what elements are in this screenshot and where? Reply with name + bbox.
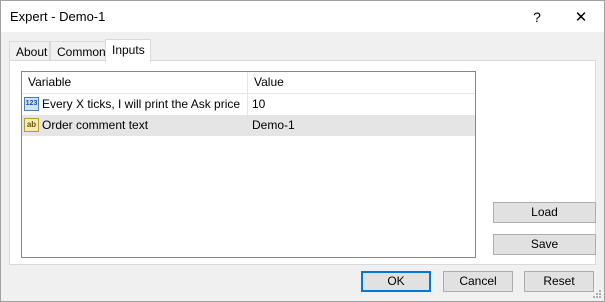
variable-cell[interactable]: Order comment text	[22, 115, 248, 136]
value-cell[interactable]: 10	[248, 94, 475, 115]
inputs-panel: Variable Value 123 Every X ticks, I will…	[9, 60, 596, 265]
table-row[interactable]: ab Order comment text Demo-1	[22, 115, 475, 136]
variable-cell[interactable]: Every X ticks, I will print the Ask pric…	[22, 94, 248, 115]
grid-header: Variable Value	[22, 72, 475, 94]
cancel-button[interactable]: Cancel	[443, 271, 513, 292]
title-bar: Expert - Demo-1 ? ✕	[1, 1, 604, 32]
resize-grip-icon[interactable]	[591, 288, 601, 298]
load-button[interactable]: Load	[493, 202, 596, 223]
tab-inputs[interactable]: Inputs	[105, 39, 151, 62]
column-header-variable[interactable]: Variable	[22, 72, 248, 93]
tab-about[interactable]: About	[9, 41, 50, 60]
inputs-grid: Variable Value 123 Every X ticks, I will…	[21, 71, 476, 258]
close-button[interactable]: ✕	[559, 1, 603, 32]
ok-button[interactable]: OK	[361, 271, 431, 292]
close-icon: ✕	[574, 8, 588, 26]
value-cell[interactable]: Demo-1	[248, 115, 475, 136]
column-header-value[interactable]: Value	[248, 72, 475, 93]
reset-button[interactable]: Reset	[524, 271, 594, 292]
window-title: Expert - Demo-1	[10, 9, 106, 24]
help-button[interactable]: ?	[515, 1, 559, 32]
tab-common[interactable]: Common	[50, 41, 107, 60]
expert-dialog: Expert - Demo-1 ? ✕ About Common Inputs …	[0, 0, 605, 302]
help-icon: ?	[533, 8, 541, 25]
save-button[interactable]: Save	[493, 234, 596, 255]
table-row[interactable]: 123 Every X ticks, I will print the Ask …	[22, 94, 475, 115]
